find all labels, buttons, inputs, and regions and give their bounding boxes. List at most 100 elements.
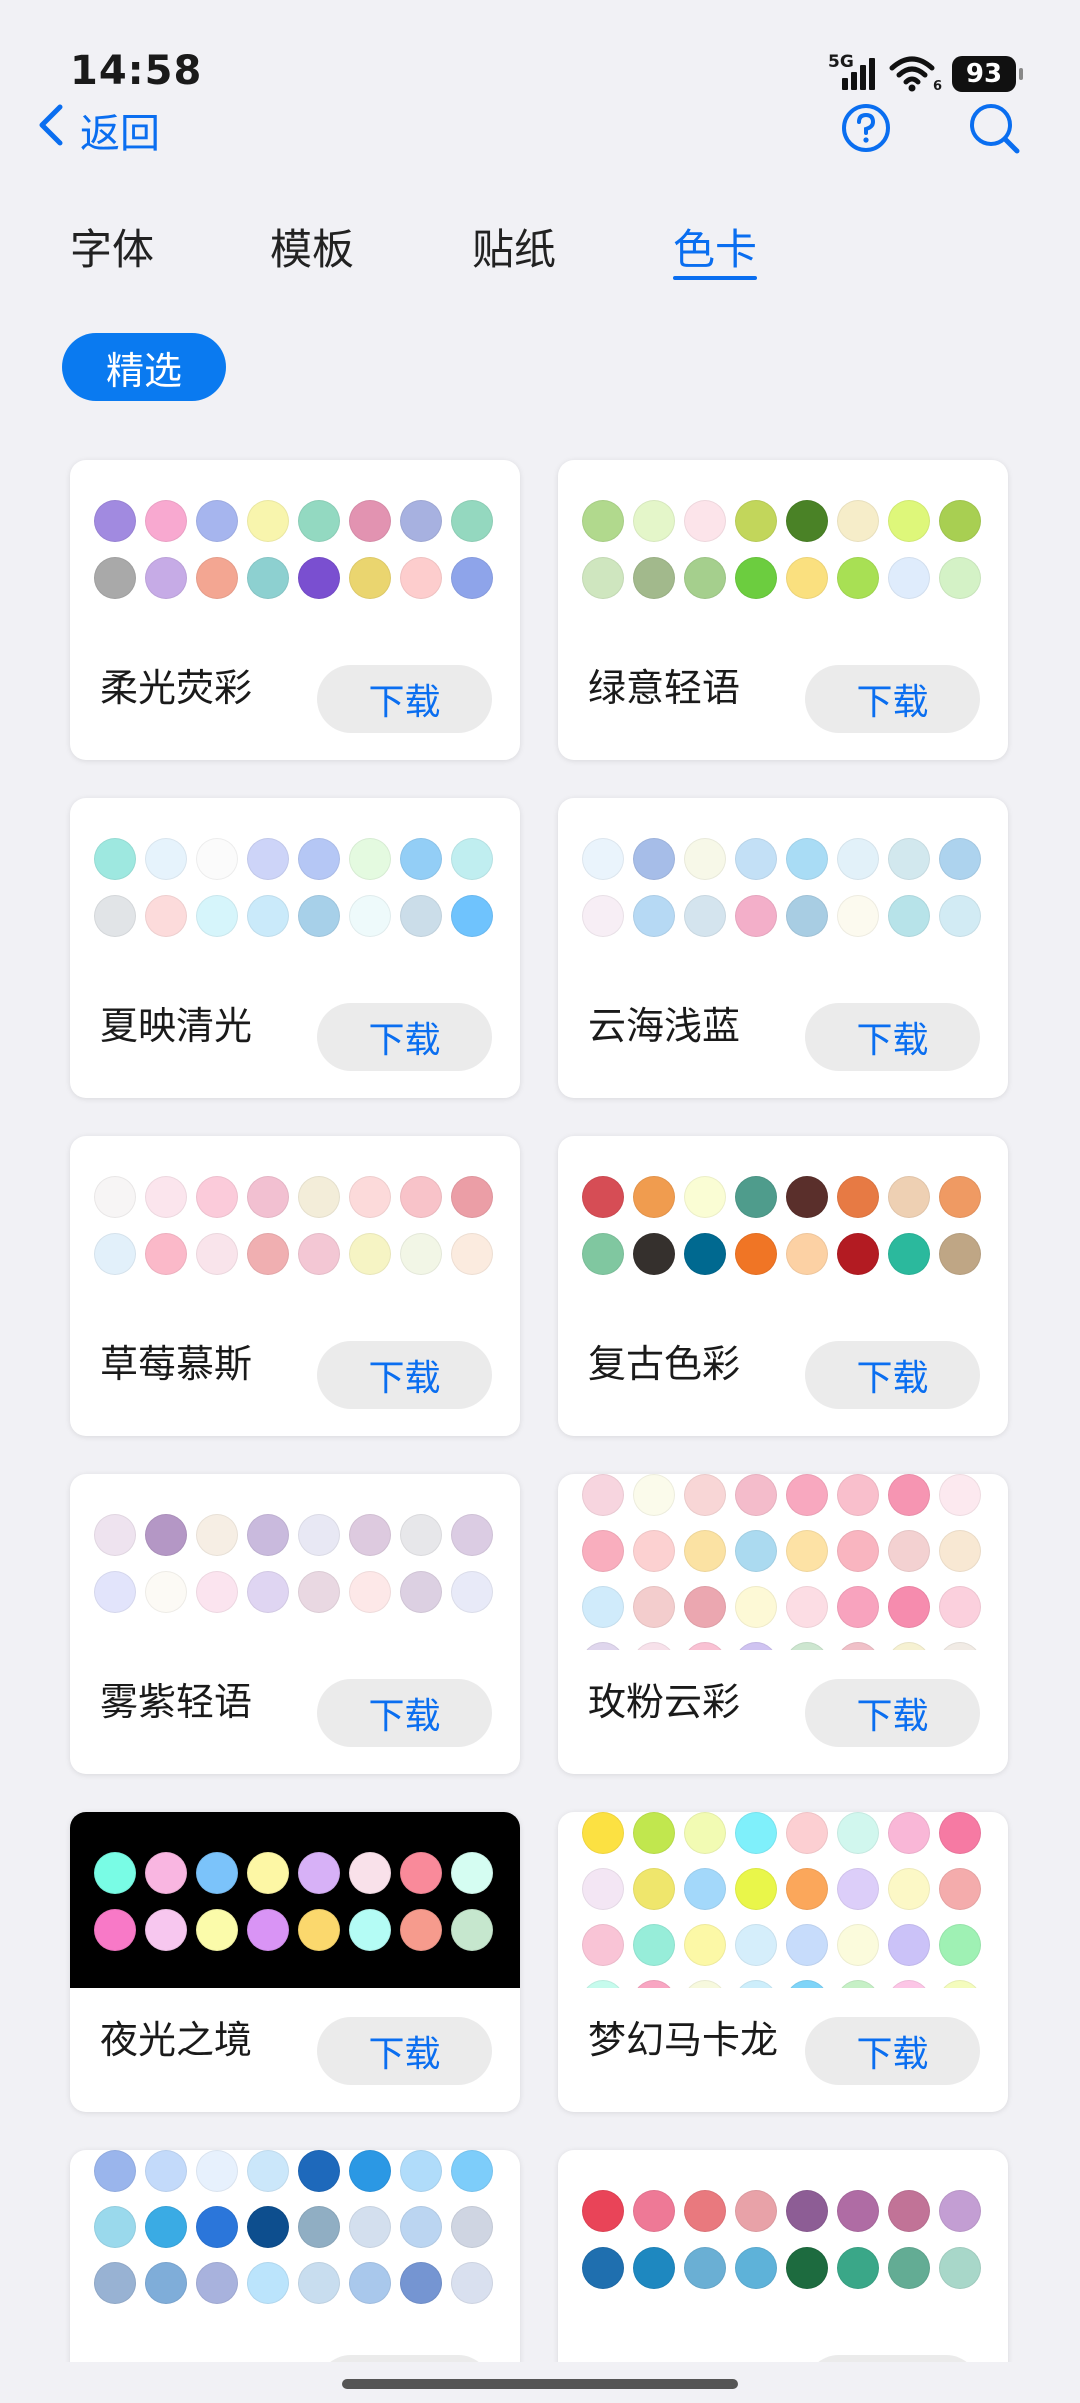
color-swatch <box>582 1642 624 1650</box>
color-swatch <box>451 2262 493 2304</box>
color-swatch <box>400 1852 442 1894</box>
tab-template[interactable]: 模板 <box>270 216 354 277</box>
color-swatch <box>684 1586 726 1628</box>
color-card[interactable]: 草莓慕斯 下载 <box>70 1136 520 1436</box>
color-swatch <box>939 838 981 880</box>
color-swatch <box>145 1514 187 1556</box>
color-swatch <box>582 2190 624 2232</box>
color-swatch <box>837 1176 879 1218</box>
color-card[interactable]: 玫粉云彩 下载 <box>558 1474 1008 1774</box>
color-swatches <box>70 2150 520 2326</box>
download-button[interactable]: 下载 <box>805 665 980 733</box>
color-swatch <box>451 1514 493 1556</box>
home-indicator[interactable] <box>342 2379 738 2389</box>
color-swatch <box>837 1812 879 1854</box>
color-swatch <box>145 1233 187 1275</box>
color-swatch <box>582 895 624 937</box>
color-swatch <box>298 838 340 880</box>
color-swatch <box>582 1868 624 1910</box>
color-swatch <box>298 1514 340 1556</box>
color-card[interactable]: 夏映清光 下载 <box>70 798 520 1098</box>
color-swatch <box>349 1909 391 1951</box>
color-swatch <box>145 2262 187 2304</box>
color-swatch <box>888 1233 930 1275</box>
color-card[interactable]: 下载 <box>558 2150 1008 2362</box>
color-card[interactable]: 下载 <box>70 2150 520 2362</box>
color-swatch <box>786 895 828 937</box>
color-swatch <box>145 557 187 599</box>
color-swatch <box>939 1530 981 1572</box>
search-button[interactable] <box>964 100 1024 160</box>
color-swatch <box>633 1868 675 1910</box>
download-button[interactable]: 下载 <box>805 1341 980 1409</box>
color-swatch <box>582 1233 624 1275</box>
color-swatches <box>558 2150 1008 2326</box>
color-swatch <box>888 1812 930 1854</box>
color-swatch <box>633 1474 675 1516</box>
color-swatch <box>145 1852 187 1894</box>
color-card[interactable]: 云海浅蓝 下载 <box>558 798 1008 1098</box>
color-swatch <box>196 895 238 937</box>
color-swatch <box>400 2150 442 2192</box>
color-swatch <box>888 1586 930 1628</box>
color-swatch <box>735 1233 777 1275</box>
color-swatch <box>298 2206 340 2248</box>
download-button[interactable]: 下载 <box>805 1679 980 1747</box>
help-button[interactable] <box>836 100 896 160</box>
color-swatch <box>735 557 777 599</box>
color-swatch <box>939 1980 981 1988</box>
color-swatch <box>582 838 624 880</box>
color-swatch <box>349 1571 391 1613</box>
download-button[interactable]: 下载 <box>317 2355 492 2362</box>
color-card[interactable]: 绿意轻语 下载 <box>558 460 1008 760</box>
download-button[interactable]: 下载 <box>317 1341 492 1409</box>
color-card-grid: 柔光荧彩 下载 绿意轻语 下载 夏映清光 下载 云海浅蓝 下载 草莓慕斯 下载 复古色彩 下载 雾紫轻语… <box>0 440 1080 2362</box>
color-card[interactable]: 梦幻马卡龙 下载 <box>558 1812 1008 2112</box>
color-swatch <box>298 2150 340 2192</box>
color-swatch <box>582 1176 624 1218</box>
color-swatches <box>70 798 520 974</box>
tab-font[interactable]: 字体 <box>70 216 154 277</box>
color-swatch <box>786 557 828 599</box>
color-swatch <box>684 557 726 599</box>
color-swatch <box>684 1474 726 1516</box>
download-button[interactable]: 下载 <box>805 1003 980 1071</box>
color-card[interactable]: 夜光之境 下载 <box>70 1812 520 2112</box>
filter-chip-featured[interactable]: 精选 <box>62 333 226 401</box>
color-swatch <box>298 1571 340 1613</box>
color-swatch <box>247 838 289 880</box>
color-swatch <box>400 2262 442 2304</box>
tab-color-card[interactable]: 色卡 <box>673 216 757 277</box>
color-card-name: 复古色彩 <box>588 1342 741 1386</box>
color-swatch <box>94 1571 136 1613</box>
color-swatches <box>70 1812 520 1988</box>
back-button[interactable]: 返回 <box>36 100 160 160</box>
color-swatch <box>786 2190 828 2232</box>
color-swatch <box>94 2150 136 2192</box>
download-button[interactable]: 下载 <box>317 2017 492 2085</box>
color-card[interactable]: 柔光荧彩 下载 <box>70 460 520 760</box>
color-swatch <box>582 1924 624 1966</box>
color-card[interactable]: 复古色彩 下载 <box>558 1136 1008 1436</box>
color-swatch <box>735 895 777 937</box>
download-button[interactable]: 下载 <box>805 2355 980 2362</box>
color-swatch <box>247 1909 289 1951</box>
download-button[interactable]: 下载 <box>317 1003 492 1071</box>
color-swatch <box>94 895 136 937</box>
color-swatch <box>349 1176 391 1218</box>
color-card[interactable]: 雾紫轻语 下载 <box>70 1474 520 1774</box>
color-swatch <box>247 2206 289 2248</box>
download-button[interactable]: 下载 <box>805 2017 980 2085</box>
color-swatch <box>196 2262 238 2304</box>
color-swatch <box>939 1586 981 1628</box>
color-swatch <box>94 557 136 599</box>
download-button[interactable]: 下载 <box>317 1679 492 1747</box>
color-swatch <box>582 557 624 599</box>
color-swatch <box>247 1852 289 1894</box>
download-button[interactable]: 下载 <box>317 665 492 733</box>
color-swatch <box>939 1812 981 1854</box>
tab-sticker[interactable]: 贴纸 <box>472 216 556 277</box>
color-swatch <box>247 895 289 937</box>
color-swatch <box>735 1924 777 1966</box>
color-swatch <box>633 1233 675 1275</box>
